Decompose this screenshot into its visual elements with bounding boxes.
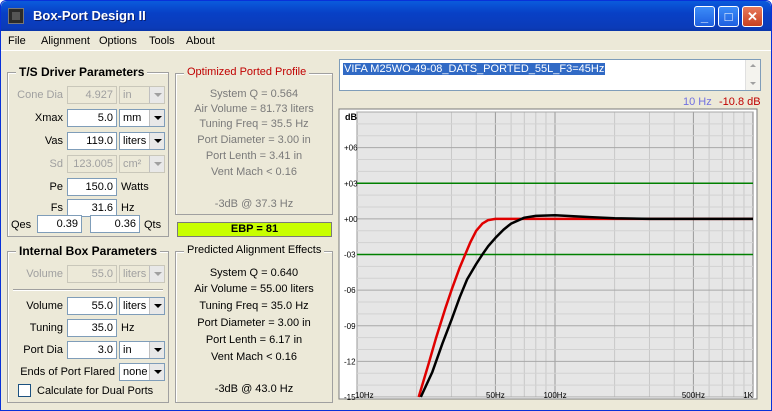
- y-tick-label: +00: [344, 215, 358, 224]
- y-tick-label: -06: [344, 286, 356, 295]
- app-window: Box-Port Design II _ □ ✕ File Alignment …: [0, 0, 772, 411]
- y-axis-label: dB: [345, 112, 357, 122]
- y-tick-label: +06: [344, 144, 358, 153]
- response-chart[interactable]: +06+03+00-03-06-09-12-15dB10Hz 50Hz 100Hz 5…: [1, 1, 772, 411]
- x-tick-label: 50Hz: [486, 391, 505, 400]
- y-tick-label: -12: [344, 357, 356, 366]
- x-tick-label: 1K: [743, 391, 753, 400]
- y-tick-label: +03: [344, 179, 358, 188]
- y-tick-label: -09: [344, 322, 356, 331]
- x-tick-label: 100Hz: [543, 391, 566, 400]
- y-tick-label: -03: [344, 251, 356, 260]
- x-tick-label: 500Hz: [682, 391, 705, 400]
- x-tick-label: 10Hz: [355, 391, 374, 400]
